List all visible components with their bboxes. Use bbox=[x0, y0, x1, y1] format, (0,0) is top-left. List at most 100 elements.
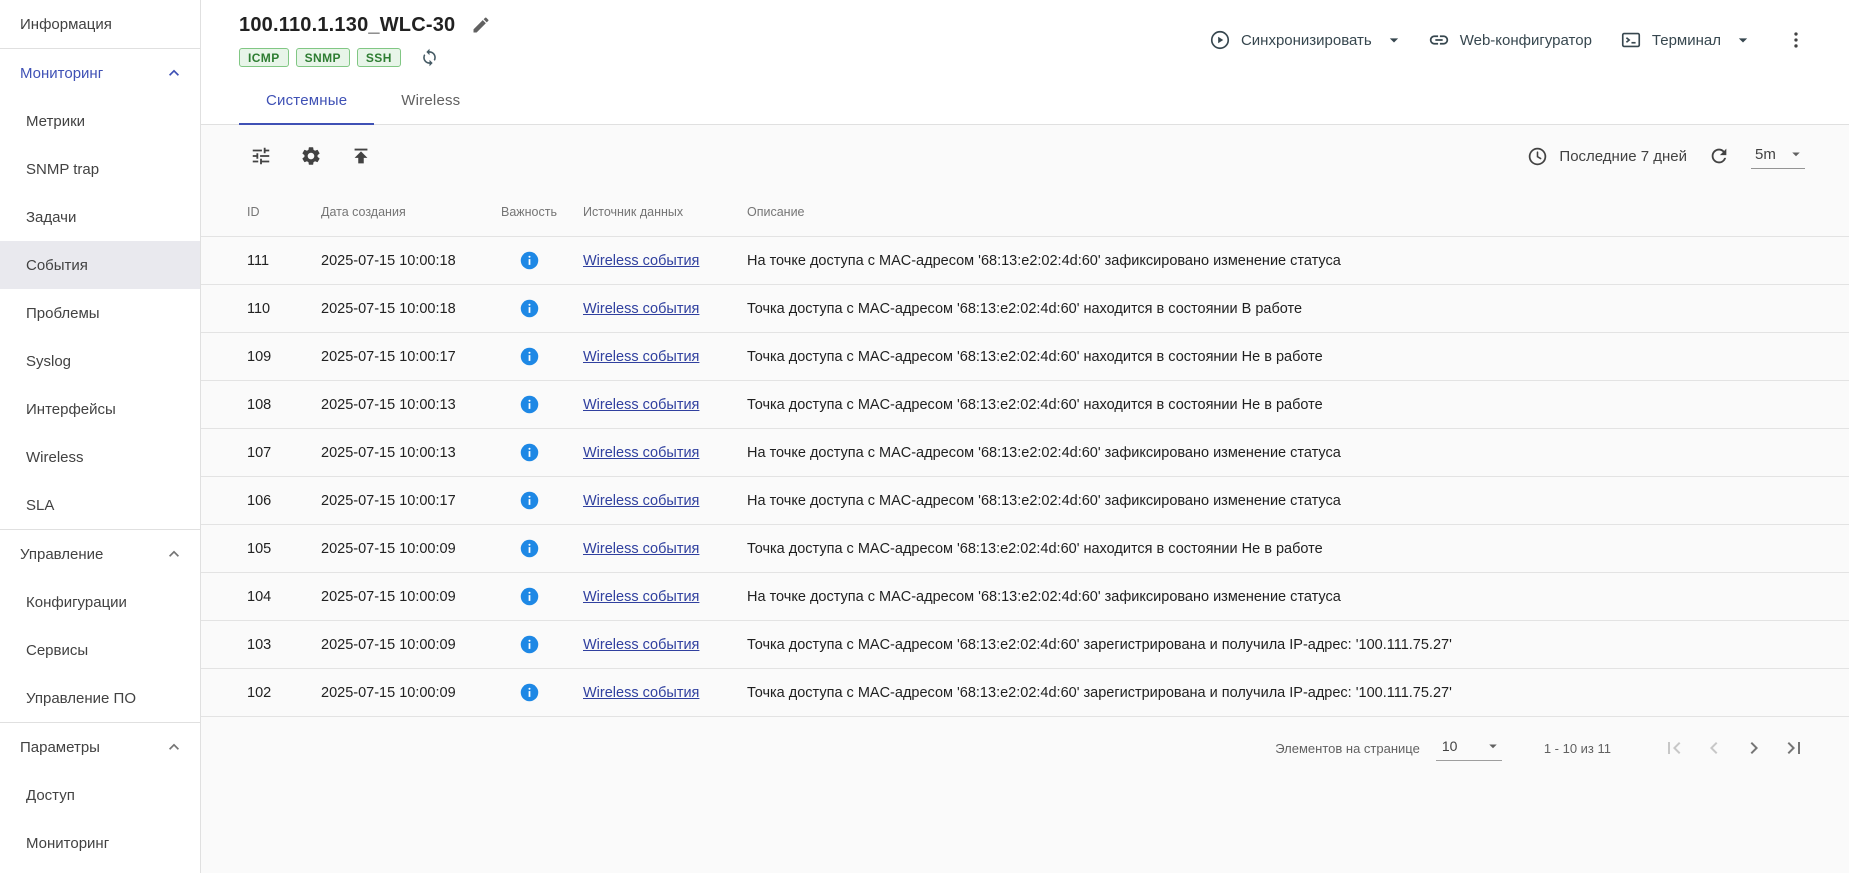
next-page-button[interactable] bbox=[1739, 733, 1769, 763]
synchronize-button[interactable]: Синхронизировать bbox=[1201, 23, 1380, 57]
sidebar-item-configurations[interactable]: Конфигурации bbox=[0, 578, 200, 626]
chevron-down-icon bbox=[1384, 30, 1404, 50]
web-configurator-button[interactable]: Web-конфигуратор bbox=[1420, 23, 1600, 57]
event-source-cell: Wireless события bbox=[583, 685, 747, 701]
first-page-icon bbox=[1662, 736, 1686, 760]
sidebar-item-events[interactable]: События bbox=[0, 241, 200, 289]
sidebar-item-monitoring[interactable]: Мониторинг bbox=[0, 49, 200, 97]
chevron-up-icon bbox=[164, 63, 184, 83]
event-source-cell: Wireless события bbox=[583, 637, 747, 653]
event-id: 104 bbox=[247, 589, 321, 605]
event-source-link[interactable]: Wireless события bbox=[583, 349, 699, 365]
table-settings-button[interactable] bbox=[297, 142, 325, 170]
event-created-date: 2025-07-15 10:00:13 bbox=[321, 445, 501, 461]
tab-system[interactable]: Системные bbox=[239, 77, 374, 124]
event-source-link[interactable]: Wireless события bbox=[583, 637, 699, 653]
sidebar-item-wireless[interactable]: Wireless bbox=[0, 433, 200, 481]
event-id: 110 bbox=[247, 301, 321, 317]
info-icon bbox=[519, 682, 540, 703]
tab-wireless-label: Wireless bbox=[401, 92, 460, 109]
items-per-page-value: 10 bbox=[1442, 738, 1458, 754]
last-page-button[interactable] bbox=[1779, 733, 1809, 763]
chevron-down-icon bbox=[1484, 737, 1502, 755]
info-icon bbox=[519, 442, 540, 463]
auto-refresh-interval-select[interactable]: 5m bbox=[1751, 143, 1805, 169]
more-menu-button[interactable] bbox=[1783, 27, 1809, 53]
sidebar-item-problems[interactable]: Проблемы bbox=[0, 289, 200, 337]
event-source-link[interactable]: Wireless события bbox=[583, 397, 699, 413]
event-created-date: 2025-07-15 10:00:17 bbox=[321, 493, 501, 509]
sidebar-item-label: События bbox=[26, 257, 88, 274]
sidebar-item-metrics[interactable]: Метрики bbox=[0, 97, 200, 145]
terminal-dropdown-button[interactable] bbox=[1729, 24, 1757, 56]
tab-wireless[interactable]: Wireless bbox=[374, 77, 487, 124]
sidebar-item-syslog[interactable]: Syslog bbox=[0, 337, 200, 385]
sidebar-item-label: Мониторинг bbox=[26, 835, 109, 852]
event-description: На точке доступа с MAC-адресом '68:13:e2… bbox=[747, 445, 1809, 461]
sync-icon bbox=[420, 48, 439, 67]
sync-action-group: Синхронизировать bbox=[1201, 23, 1408, 57]
info-icon bbox=[519, 634, 540, 655]
sidebar-item-interfaces[interactable]: Интерфейсы bbox=[0, 385, 200, 433]
sidebar-item-access[interactable]: Доступ bbox=[0, 771, 200, 819]
synchronize-dropdown-button[interactable] bbox=[1380, 24, 1408, 56]
event-source-link[interactable]: Wireless события bbox=[583, 445, 699, 461]
event-severity bbox=[501, 298, 583, 319]
tab-system-label: Системные bbox=[266, 92, 347, 109]
event-severity bbox=[501, 442, 583, 463]
table-row: 103 2025-07-15 10:00:09 Wireless события… bbox=[201, 621, 1849, 669]
sidebar-item-label: Wireless bbox=[26, 449, 84, 466]
first-page-button[interactable] bbox=[1659, 733, 1689, 763]
refresh-table-button[interactable] bbox=[1705, 142, 1733, 170]
sidebar-item-software-management[interactable]: Управление ПО bbox=[0, 674, 200, 722]
terminal-button[interactable]: Терминал bbox=[1612, 23, 1729, 57]
event-source-link[interactable]: Wireless события bbox=[583, 301, 699, 317]
event-source-cell: Wireless события bbox=[583, 301, 747, 317]
edit-title-button[interactable] bbox=[469, 13, 493, 37]
event-source-link[interactable]: Wireless события bbox=[583, 685, 699, 701]
event-created-date: 2025-07-15 10:00:09 bbox=[321, 541, 501, 557]
protocol-badges: ICMP SNMP SSH bbox=[239, 46, 493, 69]
event-id: 107 bbox=[247, 445, 321, 461]
sidebar-item-label: Интерфейсы bbox=[26, 401, 116, 418]
event-description: Точка доступа с MAC-адресом '68:13:e2:02… bbox=[747, 541, 1809, 557]
sidebar-item-snmp-trap[interactable]: SNMP trap bbox=[0, 145, 200, 193]
event-source-link[interactable]: Wireless события bbox=[583, 589, 699, 605]
toolbar-left bbox=[247, 142, 375, 170]
info-icon bbox=[519, 250, 540, 271]
protocol-badge-snmp: SNMP bbox=[296, 48, 350, 67]
sidebar-item-label: SLA bbox=[26, 497, 54, 514]
sidebar-item-monitoring-settings[interactable]: Мониторинг bbox=[0, 819, 200, 867]
refresh-availability-button[interactable] bbox=[418, 46, 441, 69]
sidebar-item-services[interactable]: Сервисы bbox=[0, 626, 200, 674]
event-severity bbox=[501, 394, 583, 415]
event-source-link[interactable]: Wireless события bbox=[583, 493, 699, 509]
event-source-link[interactable]: Wireless события bbox=[583, 541, 699, 557]
filter-button[interactable] bbox=[247, 142, 275, 170]
prev-page-button[interactable] bbox=[1699, 733, 1729, 763]
app-window: ИнформацияМониторингМетрикиSNMP trapЗада… bbox=[0, 0, 1849, 873]
clock-icon bbox=[1527, 146, 1548, 167]
table-row: 107 2025-07-15 10:00:13 Wireless события… bbox=[201, 429, 1849, 477]
event-description: На точке доступа с MAC-адресом '68:13:e2… bbox=[747, 589, 1809, 605]
items-per-page-select[interactable]: 10 bbox=[1436, 735, 1502, 761]
tune-icon bbox=[250, 145, 272, 167]
play-circle-icon bbox=[1209, 29, 1231, 51]
sidebar-item-parameters[interactable]: Параметры bbox=[0, 723, 200, 771]
column-header-created: Дата создания bbox=[321, 205, 501, 219]
event-source-cell: Wireless события bbox=[583, 253, 747, 269]
table-row: 108 2025-07-15 10:00:13 Wireless события… bbox=[201, 381, 1849, 429]
sidebar-item-tasks[interactable]: Задачи bbox=[0, 193, 200, 241]
info-icon bbox=[519, 346, 540, 367]
period-selector[interactable]: Последние 7 дней bbox=[1527, 146, 1687, 167]
event-id: 103 bbox=[247, 637, 321, 653]
sidebar-item-sla[interactable]: SLA bbox=[0, 481, 200, 529]
table-header-row: ID Дата создания Важность Источник данны… bbox=[201, 187, 1849, 237]
event-id: 111 bbox=[247, 253, 321, 269]
event-source-cell: Wireless события bbox=[583, 349, 747, 365]
event-source-link[interactable]: Wireless события bbox=[583, 253, 699, 269]
export-button[interactable] bbox=[347, 142, 375, 170]
sidebar-item-information[interactable]: Информация bbox=[0, 0, 200, 48]
sidebar-item-management[interactable]: Управление bbox=[0, 530, 200, 578]
device-header: 100.110.1.130_WLC-30 ICMP SNMP SSH bbox=[201, 0, 1849, 77]
